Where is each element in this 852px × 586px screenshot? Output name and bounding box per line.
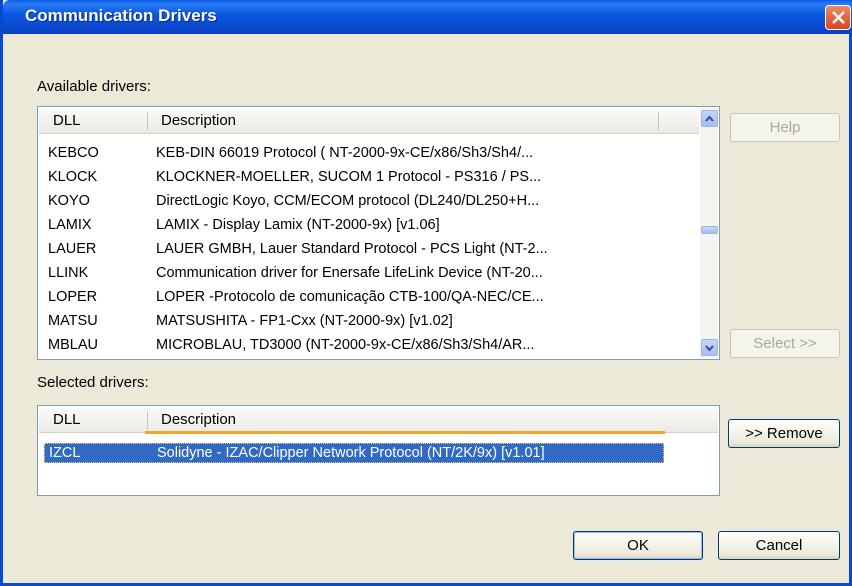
available-drivers-list[interactable]: DLL Description KEBCO KEB-DIN 66019 Proto… (37, 106, 720, 360)
row-dll: LAMIX (48, 217, 92, 233)
column-description[interactable]: Description (153, 108, 236, 133)
row-dll: LAUER (48, 241, 97, 257)
scroll-up-button[interactable] (701, 110, 718, 127)
list-header: DLL Description (39, 407, 718, 434)
help-button[interactable]: Help (730, 113, 840, 142)
cancel-button[interactable]: Cancel (718, 531, 840, 560)
scroll-down-button[interactable] (701, 339, 718, 356)
row-dll: KOYO (48, 193, 90, 209)
scroll-thumb[interactable] (701, 226, 718, 234)
row-description: LAMIX - Display Lamix (NT-2000-9x) [v1.0… (156, 217, 440, 233)
dialog-window: Communication Drivers Available drivers:… (0, 0, 852, 586)
table-row-selected[interactable]: IZCL Solidyne - IZAC/Clipper Network Pro… (44, 443, 664, 463)
row-dll: IZCL (49, 445, 81, 461)
vertical-scrollbar[interactable] (700, 108, 718, 358)
row-description: LAUER GMBH, Lauer Standard Protocol - PC… (156, 241, 548, 257)
row-description: KEB-DIN 66019 Protocol ( NT-2000-9x-CE/x… (156, 145, 534, 161)
chevron-up-icon (705, 115, 714, 122)
row-dll: MATSU (48, 313, 98, 329)
selected-drivers-label: Selected drivers: (37, 374, 149, 391)
row-dll: LOPER (48, 289, 98, 305)
row-description: MICROBLAU, TD3000 (NT-2000-9x-CE/x86/Sh3… (156, 337, 535, 353)
column-separator (147, 411, 148, 429)
remove-button[interactable]: >> Remove (728, 419, 840, 448)
close-button[interactable] (825, 5, 851, 30)
row-dll: KLOCK (48, 169, 98, 185)
column-dll[interactable]: DLL (45, 108, 81, 133)
row-dll: KEBCO (48, 145, 99, 161)
row-dll: LLINK (48, 265, 89, 281)
list-header: DLL Description (39, 108, 699, 134)
row-dll: MBLAU (48, 337, 98, 353)
row-description: Solidyne - IZAC/Clipper Network Protocol… (157, 445, 545, 461)
column-separator (658, 112, 659, 130)
column-description[interactable]: Description (153, 407, 236, 432)
ok-button[interactable]: OK (573, 531, 703, 560)
selected-drivers-list[interactable]: DLL Description IZCL Solidyne - IZAC/Cli… (37, 405, 720, 496)
available-drivers-label: Available drivers: (37, 78, 151, 95)
title-bar[interactable]: Communication Drivers (3, 0, 852, 34)
row-description: DirectLogic Koyo, CCM/ECOM protocol (DL2… (156, 193, 540, 209)
row-description: KLOCKNER-MOELLER, SUCOM 1 Protocol - PS3… (156, 169, 542, 185)
column-dll[interactable]: DLL (45, 407, 81, 432)
row-description: Communication driver for Enersafe LifeLi… (156, 265, 543, 281)
column-hover-indicator (145, 431, 665, 434)
column-separator (147, 112, 148, 130)
row-description: MATSUSHITA - FP1-Cxx (NT-2000-9x) [v1.02… (156, 313, 453, 329)
select-button[interactable]: Select >> (730, 329, 840, 358)
chevron-down-icon (705, 345, 714, 352)
row-description: LOPER -Protocolo de comunicação CTB-100/… (156, 289, 544, 305)
window-title: Communication Drivers (25, 6, 217, 25)
close-icon (832, 11, 845, 24)
